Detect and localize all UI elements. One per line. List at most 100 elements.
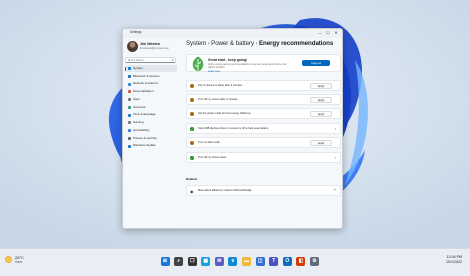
warning-icon	[190, 140, 194, 145]
checkmark-icon: ✓	[190, 126, 194, 131]
widgets-icon[interactable]: ▦	[200, 255, 212, 267]
recommendation-row[interactable]: ✓ Turn off my screen saver ›	[186, 152, 341, 163]
weather-widget[interactable]: 28°C Haze	[5, 255, 35, 269]
edge-icon: ◉	[190, 188, 194, 194]
recommendation-text: Turn on dark mode	[198, 141, 220, 144]
window-controls: — ☐ ✕	[316, 30, 340, 36]
sidebar-item-windows-update[interactable]: Windows Update	[125, 142, 177, 149]
chevron-right-icon: ›	[334, 154, 336, 160]
recommendation-text: Turn off my screen after 3 minutes	[198, 98, 238, 101]
main-content: System › Power & battery › Energy recommenda…	[183, 38, 341, 228]
minimize-button[interactable]: —	[316, 30, 324, 36]
nav-icon	[127, 98, 131, 102]
nav-icon	[127, 121, 131, 125]
related-link[interactable]: ◉ More about efficiency mode for Microso…	[186, 185, 341, 196]
sidebar-item-label: Accessibility	[133, 127, 150, 132]
checkmark-icon: ✓	[190, 155, 194, 160]
sidebar-item-label: Windows Update	[133, 143, 156, 148]
maximize-button[interactable]: ☐	[324, 30, 332, 36]
user-email: jimwesten@contoso.com	[140, 47, 169, 50]
recommendation-text: Set the power mode for best energy effic…	[198, 112, 251, 115]
file-explorer-icon[interactable]: ▬	[241, 255, 253, 267]
recommendation-text: Stop USB devices when my screen is off t…	[198, 127, 269, 130]
breadcrumb: System › Power & battery › Energy recommenda…	[186, 40, 333, 47]
warning-icon	[190, 97, 194, 102]
office-icon[interactable]: ◧	[295, 255, 307, 267]
nav-icon	[127, 144, 131, 148]
search-box: ⌕	[125, 57, 176, 63]
recommendation-row[interactable]: ✓ Stop USB devices when my screen is off …	[186, 123, 341, 134]
search-icon-glyph: ⌕	[174, 256, 184, 266]
edge-icon[interactable]: e	[227, 255, 239, 267]
nav-icon	[127, 105, 131, 109]
file-explorer-icon-glyph: ▬	[242, 256, 252, 266]
search-input[interactable]	[128, 58, 170, 62]
sidebar-item-label: Accounts	[133, 104, 146, 109]
page-title: Energy recommendations	[258, 40, 334, 47]
edge-icon-glyph: e	[228, 256, 238, 266]
recommendation-row: Turn on dark mode Apply	[186, 137, 341, 148]
apply-button[interactable]: Apply	[310, 140, 332, 146]
task-view-icon-glyph: ❐	[187, 256, 197, 266]
recommendation-text: Put my device to sleep after 3 minutes	[198, 84, 242, 87]
sidebar-item-bluetooth-devices[interactable]: Bluetooth & devices	[125, 73, 177, 80]
recommendation-row: Put my device to sleep after 3 minutes Ap…	[186, 80, 341, 91]
user-card[interactable]: Jim Westen jimwesten@contoso.com	[127, 41, 177, 53]
apply-button[interactable]: Apply	[310, 83, 332, 89]
sidebar-item-label: Personalization	[133, 89, 154, 94]
teams-chat-icon[interactable]: ✉	[213, 255, 225, 267]
sidebar-item-system[interactable]: System	[125, 65, 177, 73]
nav-icon	[127, 82, 131, 86]
nav-icon	[127, 113, 131, 117]
avatar	[127, 41, 138, 52]
nav-icon	[127, 74, 131, 78]
windows-start-icon[interactable]: ⊞	[159, 255, 171, 267]
related-link-label: More about efficiency mode for Microsoft…	[198, 189, 252, 192]
sidebar-item-label: Gaming	[133, 120, 144, 125]
task-view-icon[interactable]: ❐	[186, 255, 198, 267]
search-icon[interactable]: ⌕	[173, 255, 185, 267]
sidebar-item-label: Network & internet	[133, 81, 158, 86]
sidebar-item-gaming[interactable]: Gaming	[125, 119, 177, 126]
sidebar-item-network-internet[interactable]: Network & internet	[125, 80, 177, 87]
store-icon[interactable]: ◫	[254, 255, 266, 267]
user-name: Jim Westen	[140, 42, 160, 46]
sidebar-item-label: Time & language	[133, 112, 156, 117]
system-clock[interactable]: 12:04 PM 10/1/2022	[446, 255, 462, 265]
apply-button[interactable]: Apply	[310, 97, 332, 103]
nav-icon	[127, 90, 131, 94]
sidebar-item-accounts[interactable]: Accounts	[125, 104, 177, 111]
energy-summary-card: Great start - keep going! Apply energy-s…	[186, 54, 341, 73]
sidebar-item-privacy-security[interactable]: Privacy & security	[125, 135, 177, 142]
nav-icon	[127, 136, 131, 140]
sidebar-item-label: Privacy & security	[133, 135, 157, 140]
outlook-icon[interactable]: O	[281, 255, 293, 267]
settings-icon-glyph: ⚙	[310, 256, 320, 266]
recommendation-row: Set the power mode for best energy effic…	[186, 108, 341, 119]
sidebar-nav: System Bluetooth & devices Network & inter…	[125, 65, 177, 150]
settings-window: Settings — ☐ ✕ Jim Westen jimwesten@cont…	[122, 28, 343, 229]
breadcrumb-system[interactable]: System	[186, 40, 206, 47]
close-button[interactable]: ✕	[332, 30, 340, 36]
summary-description: Apply energy-saving recommendations to u…	[208, 63, 287, 70]
store-icon-glyph: ◫	[255, 256, 265, 266]
taskbar-apps: ⊞ ⌕ ❐ ▦ ✉ e ▬ ◫ T O ◧ ⚙	[159, 253, 322, 269]
nav-icon	[127, 129, 131, 133]
sidebar-item-time-language[interactable]: Time & language	[125, 111, 177, 118]
teams-icon[interactable]: T	[268, 255, 280, 267]
sidebar-item-accessibility[interactable]: Accessibility	[125, 127, 177, 134]
settings-icon[interactable]: ⚙	[309, 255, 321, 267]
learn-more-link[interactable]: Learn more	[208, 70, 220, 73]
search-icon[interactable]: ⌕	[172, 57, 174, 62]
sidebar-item-apps[interactable]: Apps	[125, 96, 177, 103]
title-bar: Settings — ☐ ✕	[123, 29, 342, 38]
sidebar-item-label: Bluetooth & devices	[133, 73, 160, 78]
sidebar: Jim Westen jimwesten@contoso.com ⌕ Syste…	[123, 38, 179, 228]
office-icon-glyph: ◧	[296, 256, 306, 266]
teams-chat-icon-glyph: ✉	[214, 256, 224, 266]
apply-all-button[interactable]: Apply all	[302, 60, 330, 66]
warning-icon	[190, 83, 194, 88]
breadcrumb-power-battery[interactable]: Power & battery	[211, 40, 254, 47]
sidebar-item-personalization[interactable]: Personalization	[125, 88, 177, 95]
apply-button[interactable]: Apply	[310, 111, 332, 117]
